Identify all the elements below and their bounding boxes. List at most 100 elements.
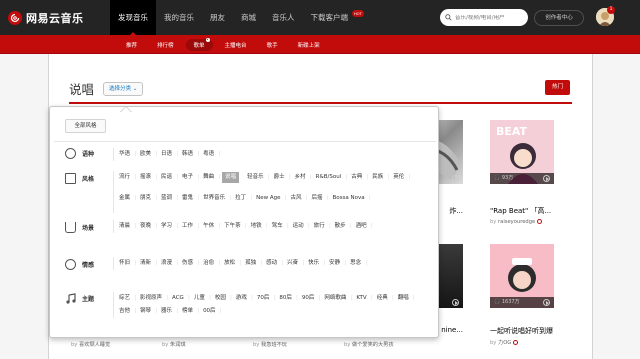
nav-musician[interactable]: 音乐人 bbox=[264, 0, 303, 35]
tag-item[interactable]: 英伦 bbox=[388, 171, 410, 184]
tag-item[interactable]: 钢琴 bbox=[135, 305, 157, 318]
search-box[interactable] bbox=[440, 9, 528, 26]
tag-item[interactable]: New Age bbox=[251, 192, 287, 205]
tag-item[interactable]: 浪漫 bbox=[156, 257, 178, 270]
tag-item[interactable]: 影视原声 bbox=[135, 292, 168, 305]
author-name[interactable]: 力OG bbox=[498, 340, 511, 346]
tag-item[interactable]: 民谣 bbox=[156, 171, 178, 184]
tag-item[interactable]: 器乐 bbox=[156, 305, 178, 318]
playlist-title[interactable]: 一起听说唱好听到爆 bbox=[490, 326, 580, 336]
tag-item[interactable]: 雷鬼 bbox=[177, 192, 199, 205]
tag-item[interactable]: 70后 bbox=[252, 292, 275, 305]
tag-item[interactable]: 古风 bbox=[285, 192, 307, 205]
tag-item[interactable]: 放松 bbox=[219, 257, 241, 270]
nav-download[interactable]: 下载客户端 HOT bbox=[303, 0, 364, 35]
tag-item[interactable]: 榜单 bbox=[177, 305, 199, 318]
tag-item[interactable]: 乡村 bbox=[290, 171, 312, 184]
author-name[interactable]: 我急班不玩 bbox=[261, 342, 287, 348]
tag-item[interactable]: 怀旧 bbox=[114, 257, 136, 270]
tag-item[interactable]: 综艺 bbox=[114, 292, 136, 305]
tag-item[interactable]: 旅行 bbox=[309, 220, 331, 233]
tag-item[interactable]: 孤独 bbox=[240, 257, 262, 270]
nav-mall[interactable]: 商城 bbox=[233, 0, 264, 35]
tag-item[interactable]: 治愈 bbox=[198, 257, 220, 270]
tag-item[interactable]: 欧美 bbox=[135, 148, 157, 161]
tag-item[interactable]: 酒吧 bbox=[351, 220, 373, 233]
tag-item[interactable]: 儿童 bbox=[189, 292, 211, 305]
search-input[interactable] bbox=[455, 14, 525, 21]
playlist-cover[interactable]: 🎧 1637万 bbox=[490, 244, 554, 308]
tag-item[interactable]: 学习 bbox=[156, 220, 178, 233]
tag-item[interactable]: 80后 bbox=[274, 292, 297, 305]
tag-item[interactable]: 90后 bbox=[297, 292, 320, 305]
tag-item[interactable]: 思念 bbox=[345, 257, 367, 270]
tag-item[interactable]: 电子 bbox=[177, 171, 199, 184]
tag-item[interactable]: 快乐 bbox=[303, 257, 325, 270]
nav-friends[interactable]: 朋友 bbox=[202, 0, 233, 35]
hot-sort-button[interactable]: 热门 bbox=[545, 80, 570, 95]
tag-item[interactable]: 伤感 bbox=[177, 257, 199, 270]
tag-item[interactable]: 工作 bbox=[177, 220, 199, 233]
all-styles-button[interactable]: 全部风格 bbox=[65, 119, 106, 133]
tag-item[interactable]: 日语 bbox=[156, 148, 178, 161]
tag-item-selected[interactable]: 说唱 bbox=[222, 172, 240, 183]
tag-item[interactable]: 世界音乐 bbox=[198, 192, 231, 205]
tag-item[interactable]: 散步 bbox=[330, 220, 352, 233]
play-icon[interactable] bbox=[543, 175, 550, 182]
logo[interactable]: 网易云音乐 bbox=[8, 9, 84, 27]
tag-item[interactable]: 兴奋 bbox=[282, 257, 304, 270]
tag-item[interactable]: 吉他 bbox=[114, 305, 136, 318]
tag-item[interactable]: 后摇 bbox=[307, 192, 329, 205]
tag-item[interactable]: 地铁 bbox=[246, 220, 268, 233]
nav-my-music[interactable]: 我的音乐 bbox=[156, 0, 202, 35]
play-icon[interactable] bbox=[452, 175, 459, 182]
tag-item[interactable]: Bossa Nova bbox=[328, 192, 371, 205]
tag-item[interactable]: 朋克 bbox=[135, 192, 157, 205]
nav-discover[interactable]: 发现音乐 bbox=[110, 0, 156, 35]
subnav-playlist[interactable]: 歌单 • bbox=[185, 37, 213, 51]
subnav-radio[interactable]: 主播电台 bbox=[217, 39, 255, 51]
tag-item[interactable]: KTV bbox=[351, 292, 373, 305]
subnav-artist[interactable]: 歌手 bbox=[259, 39, 286, 51]
tag-item[interactable]: 感动 bbox=[261, 257, 283, 270]
creator-center-button[interactable]: 创作者中心 bbox=[534, 10, 584, 26]
tag-item[interactable]: 民族 bbox=[367, 171, 389, 184]
subnav-new-album[interactable]: 新碟上架 bbox=[290, 39, 328, 51]
tag-item[interactable]: 摇滚 bbox=[135, 171, 157, 184]
tag-item[interactable]: 驾车 bbox=[267, 220, 289, 233]
tag-item[interactable]: 金属 bbox=[114, 192, 136, 205]
tag-item[interactable]: 韩语 bbox=[177, 148, 199, 161]
tag-item[interactable]: 流行 bbox=[114, 171, 136, 184]
tag-item[interactable]: 粤语 bbox=[198, 148, 220, 161]
author-name[interactable]: 喜欢颓人睡觉 bbox=[79, 342, 110, 348]
tag-item[interactable]: 夜晚 bbox=[135, 220, 157, 233]
playlist-cover[interactable]: BEAT 🎧 93万 bbox=[490, 120, 554, 184]
tag-item[interactable]: 午休 bbox=[198, 220, 220, 233]
tag-item[interactable]: 舞曲 bbox=[198, 171, 220, 184]
tag-item[interactable]: 拉丁 bbox=[230, 192, 252, 205]
tag-item[interactable]: 00后 bbox=[198, 305, 221, 318]
tag-item[interactable]: 蓝调 bbox=[156, 192, 178, 205]
tag-item[interactable]: 翻唱 bbox=[393, 292, 415, 305]
author-name[interactable]: raiseyouredge bbox=[498, 219, 535, 225]
tag-item[interactable]: 清晨 bbox=[114, 220, 136, 233]
subnav-toplist[interactable]: 排行榜 bbox=[149, 39, 182, 51]
tag-item[interactable]: 轻音乐 bbox=[242, 171, 269, 184]
playlist-title[interactable]: "Rap Beat" 「高... bbox=[490, 206, 570, 216]
author-name[interactable]: 做个爱笑的大男孩 bbox=[352, 342, 394, 348]
play-icon[interactable] bbox=[543, 299, 550, 306]
tag-item[interactable]: 古典 bbox=[346, 171, 368, 184]
tag-item[interactable]: 清新 bbox=[135, 257, 157, 270]
tag-item[interactable]: 网络歌曲 bbox=[319, 292, 352, 305]
play-icon[interactable] bbox=[452, 299, 459, 306]
tag-item[interactable]: 经典 bbox=[372, 292, 394, 305]
tag-item[interactable]: 校园 bbox=[210, 292, 232, 305]
tag-item[interactable]: 游戏 bbox=[231, 292, 253, 305]
tag-item[interactable]: R&B/Soul bbox=[311, 171, 347, 184]
tag-item[interactable]: 安静 bbox=[324, 257, 346, 270]
author-name[interactable]: 朱润琪 bbox=[170, 342, 186, 348]
tag-item[interactable]: ACG bbox=[167, 292, 190, 305]
select-category-button[interactable]: 选择分类 ⌄ bbox=[103, 82, 144, 96]
tag-item[interactable]: 爵士 bbox=[269, 171, 291, 184]
tag-item[interactable]: 华语 bbox=[114, 148, 136, 161]
